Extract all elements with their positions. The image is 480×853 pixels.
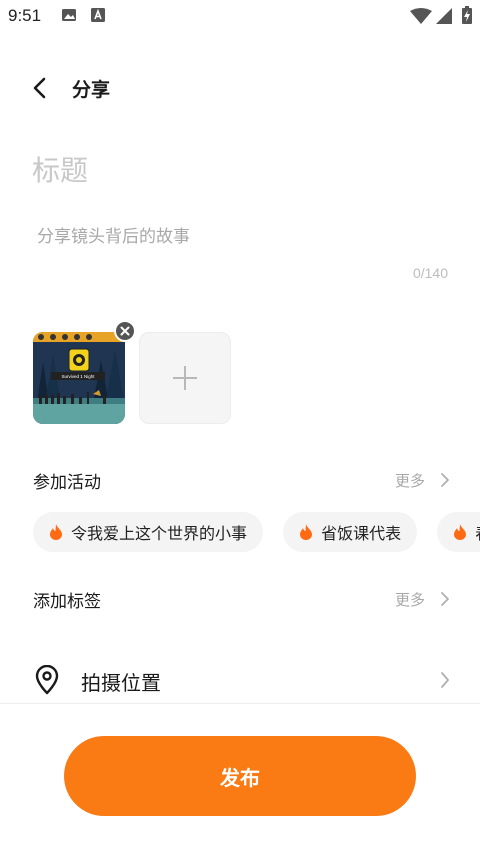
close-icon (120, 326, 130, 336)
activity-chip[interactable]: 省饭课代表 (283, 512, 418, 552)
activities-label: 参加活动 (33, 473, 101, 493)
activity-chip-label: 春 (475, 520, 480, 544)
activity-chips: 令我爱上这个世界的小事 省饭课代表 春 (33, 512, 480, 554)
plus-icon (173, 366, 197, 390)
thumbnail-caption: Survived 1 Night (61, 374, 95, 379)
tags-more-link[interactable]: 更多 (395, 589, 425, 610)
tags-row[interactable]: 添加标签 更多 (0, 581, 480, 617)
remove-media-button[interactable] (114, 320, 136, 342)
activity-chip-label: 令我爱上这个世界的小事 (71, 524, 248, 543)
header: 分享 (0, 62, 480, 114)
publish-button[interactable]: 发布 (64, 736, 416, 816)
title-input[interactable] (32, 150, 452, 190)
activities-more-link[interactable]: 更多 (395, 470, 425, 491)
chevron-right-icon (440, 591, 450, 611)
chevron-right-icon (440, 472, 450, 492)
chevron-left-icon (33, 77, 46, 99)
activity-chip[interactable]: 春 (437, 512, 480, 552)
font-a-icon (90, 7, 106, 27)
flame-icon (50, 524, 62, 540)
battery-charging-icon (462, 6, 472, 28)
activity-chip[interactable]: 令我爱上这个世界的小事 (33, 512, 264, 552)
wifi-icon (410, 8, 432, 28)
media-thumbnail[interactable]: Survived 1 Night (33, 332, 125, 424)
story-input[interactable] (37, 222, 447, 252)
footer-divider (0, 703, 480, 704)
char-counter: 0/140 (412, 265, 448, 281)
page-title: 分享 (72, 79, 111, 101)
cell-signal-icon (436, 8, 452, 28)
activities-row[interactable]: 参加活动 更多 (0, 462, 480, 498)
activity-chip-label: 省饭课代表 (321, 524, 402, 543)
chevron-right-icon (440, 671, 450, 693)
status-bar: 9:51 (0, 0, 480, 32)
tags-label: 添加标签 (33, 592, 101, 612)
add-media-button[interactable] (139, 332, 231, 424)
location-row[interactable]: 拍摄位置 (0, 660, 480, 702)
flame-icon (454, 524, 467, 540)
image-icon (61, 7, 77, 27)
location-label: 拍摄位置 (81, 671, 161, 695)
status-time: 9:51 (8, 6, 42, 25)
location-pin-icon (34, 664, 60, 699)
back-button[interactable] (24, 72, 56, 104)
flame-icon (300, 524, 313, 540)
